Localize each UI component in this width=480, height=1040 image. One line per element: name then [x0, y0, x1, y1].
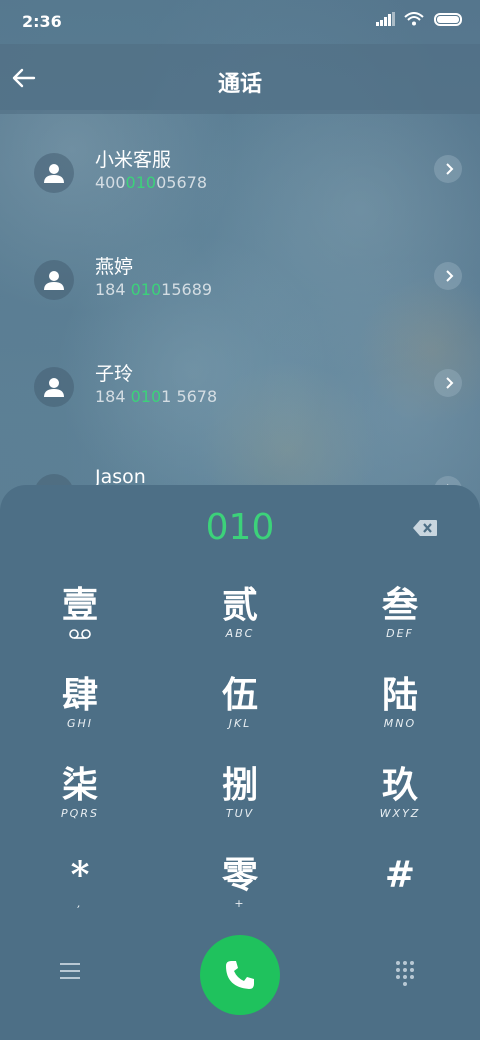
contact-name: 小米客服 — [95, 149, 172, 171]
key-9[interactable]: 玖 WXYZ — [320, 765, 480, 855]
contact-row[interactable]: 小米客服 40001005678 — [0, 145, 480, 235]
phone-icon — [226, 961, 254, 989]
menu-icon[interactable] — [60, 961, 86, 983]
status-icons — [376, 12, 462, 26]
backspace-icon[interactable] — [412, 519, 438, 537]
voicemail-icon — [69, 629, 91, 639]
dialpad-panel: 010 壹 贰 ABC 叁 DEF 肆 GHI 伍 JKL 陆 MNO 柒 PQ… — [0, 485, 480, 1040]
key-4[interactable]: 肆 GHI — [0, 675, 160, 765]
person-icon — [34, 367, 74, 407]
key-3[interactable]: 叁 DEF — [320, 585, 480, 675]
key-7[interactable]: 柒 PQRS — [0, 765, 160, 855]
status-bar: 2:36 — [0, 0, 480, 44]
battery-icon — [434, 12, 462, 26]
key-1[interactable]: 壹 — [0, 585, 160, 675]
contact-number: 184 01015689 — [95, 280, 213, 299]
status-time: 2:36 — [22, 12, 62, 31]
contact-number: 184 0101 5678 — [95, 387, 218, 406]
page-title: 通话 — [217, 72, 262, 97]
contact-name: 燕婷 — [95, 256, 134, 278]
dialed-number: 010 — [205, 507, 275, 548]
contact-row[interactable]: 燕婷 184 01015689 — [0, 252, 480, 342]
call-button[interactable] — [200, 935, 280, 1015]
contact-number: 40001005678 — [95, 173, 207, 192]
dialpad-icon[interactable] — [396, 961, 418, 987]
header-bar: 通话 — [0, 44, 480, 114]
wifi-icon — [404, 12, 424, 26]
key-8[interactable]: 捌 TUV — [160, 765, 320, 855]
contact-name: 子玲 — [95, 363, 134, 385]
chevron-right-icon[interactable] — [434, 155, 462, 183]
key-hash[interactable]: # — [320, 855, 480, 945]
key-0[interactable]: 零 + — [160, 855, 320, 945]
chevron-right-icon[interactable] — [434, 369, 462, 397]
key-5[interactable]: 伍 JKL — [160, 675, 320, 765]
dialer-bottom-bar — [0, 933, 480, 1015]
person-icon — [34, 153, 74, 193]
contact-row[interactable]: 子玲 184 0101 5678 — [0, 359, 480, 449]
key-star[interactable]: *, — [0, 855, 160, 945]
chevron-right-icon[interactable] — [434, 262, 462, 290]
key-6[interactable]: 陆 MNO — [320, 675, 480, 765]
person-icon — [34, 260, 74, 300]
signal-icon — [376, 12, 395, 26]
key-2[interactable]: 贰 ABC — [160, 585, 320, 675]
